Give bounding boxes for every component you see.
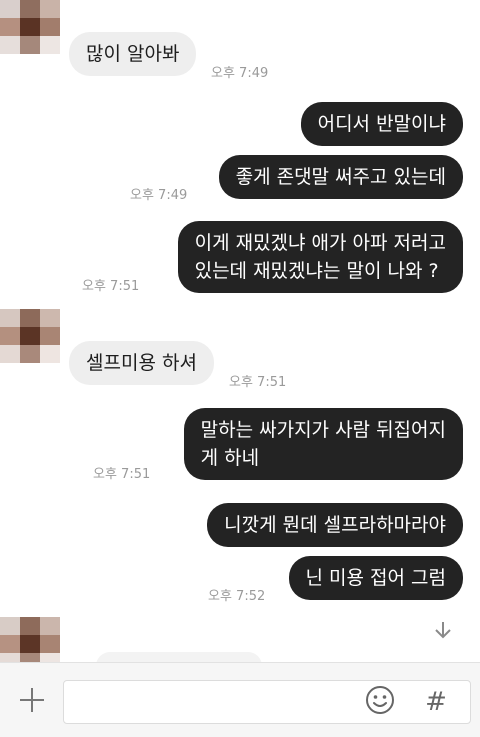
message-bubble-outgoing[interactable]: 니깟게 뭔데 셀프라하마라야 [207, 503, 463, 547]
message-bubble-incoming[interactable]: 많이 알아봐 [69, 32, 197, 76]
message-timestamp: 오후 7:51 [229, 375, 287, 390]
message-timestamp: 오후 7:49 [211, 66, 269, 81]
message-bubble-outgoing[interactable]: 이게 재밌겠냐 애가 아파 저러고 있는데 재밌겠냐는 말이 나와 ? [177, 221, 463, 293]
message-input[interactable] [63, 680, 471, 724]
emoji-button[interactable] [363, 685, 397, 719]
message-bubble-outgoing[interactable]: 말하는 싸가지가 사람 뒤집어지 게 하네 [183, 408, 463, 480]
scroll-to-bottom-button[interactable] [418, 614, 468, 650]
arrow-down-icon [432, 619, 454, 645]
message-timestamp: 오후 7:51 [82, 279, 140, 294]
message-composer: # [0, 662, 480, 737]
message-timestamp: 오후 7:49 [130, 188, 188, 203]
plus-icon [18, 686, 46, 718]
message-timestamp: 오후 7:51 [93, 467, 151, 482]
attach-button[interactable] [13, 683, 51, 721]
message-bubble-incoming[interactable]: 셀프미용 하셔 [69, 341, 214, 385]
message-bubble-outgoing[interactable]: 좋게 존댓말 써주고 있는데 [218, 155, 463, 199]
sender-avatar[interactable] [0, 0, 60, 54]
smiley-icon [365, 685, 395, 719]
hash-icon: # [425, 687, 447, 717]
sender-avatar[interactable] [0, 617, 60, 662]
sender-avatar[interactable] [0, 309, 60, 363]
hashtag-button[interactable]: # [420, 683, 452, 721]
message-bubble-outgoing[interactable]: 어디서 반말이냐 [300, 102, 463, 146]
message-bubble-outgoing[interactable]: 닌 미용 접어 그럼 [288, 556, 463, 600]
message-timestamp: 오후 7:52 [208, 589, 266, 604]
